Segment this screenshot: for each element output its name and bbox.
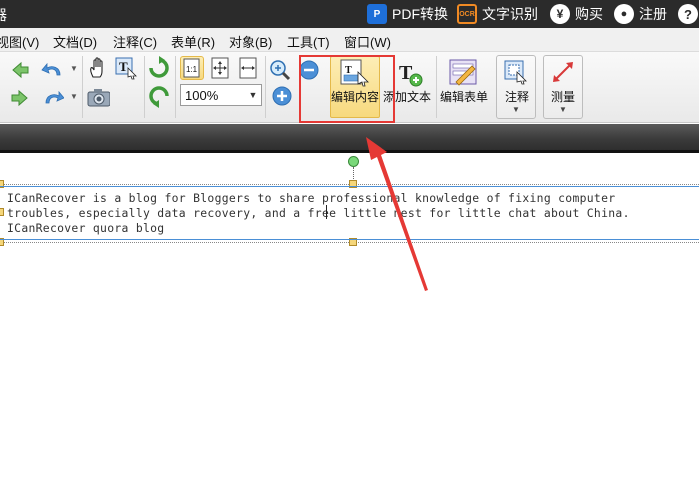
zoom-dropdown-icon[interactable]: ▼: [245, 85, 261, 105]
snapshot-button[interactable]: [86, 86, 110, 110]
rotate-counterclockwise-button[interactable]: [147, 84, 171, 108]
previous-page-button[interactable]: [8, 58, 32, 82]
toolbar-separator: [82, 56, 83, 118]
zoom-value: 100%: [185, 88, 219, 103]
fit-width-icon: [239, 57, 257, 79]
measure-dropdown-icon: ▼: [559, 105, 567, 114]
add-text-icon: T: [399, 62, 423, 87]
rotate-clockwise-button[interactable]: [147, 56, 171, 80]
buy-button[interactable]: ¥ 购买: [550, 0, 603, 28]
add-text-icon-wrap: T: [394, 58, 424, 88]
zoom-marquee-icon: [270, 60, 291, 81]
yen-icon: ¥: [550, 4, 570, 24]
annotate-label: 注释: [505, 90, 530, 104]
measure-icon: [553, 62, 573, 82]
select-text-icon: T: [115, 57, 137, 80]
zoom-select[interactable]: 100% ▼: [180, 84, 262, 106]
camera-icon: [87, 89, 110, 107]
callout-highlight-box: [299, 55, 395, 123]
title-bar: 器 P PDF转换 OCR 文字识别 ¥ 购买 ● 注册 ?: [0, 0, 699, 28]
menu-comment[interactable]: 注释(C): [113, 32, 157, 51]
rotate-clockwise-icon: [149, 56, 169, 78]
hand-tool-button[interactable]: [86, 56, 110, 80]
rotate-counterclockwise-icon: [149, 86, 169, 108]
previous-page-icon: [12, 61, 29, 79]
zoom-in-icon: [272, 86, 292, 106]
fit-width-button[interactable]: [236, 56, 260, 80]
text-cursor: [326, 205, 327, 219]
menu-document[interactable]: 文档(D): [53, 32, 97, 51]
ocr-button[interactable]: OCR 文字识别: [457, 0, 538, 28]
measure-label: 测量: [551, 90, 576, 104]
pdf-convert-icon: P: [367, 4, 387, 24]
zoom-marquee-button[interactable]: [268, 58, 292, 82]
ocr-icon: OCR: [457, 4, 477, 24]
pdf-convert-button[interactable]: P PDF转换: [367, 0, 448, 28]
redo-button[interactable]: [40, 86, 64, 110]
fit-page-icon: [211, 57, 229, 79]
menu-form[interactable]: 表单(R): [171, 32, 215, 51]
select-text-button[interactable]: T: [114, 56, 138, 80]
app-title-fragment: 器: [0, 5, 7, 25]
undo-icon: [41, 62, 61, 76]
svg-text:T: T: [119, 59, 128, 74]
text-line[interactable]: ICanRecover quora blog: [7, 221, 164, 235]
redo-dropdown-icon[interactable]: ▼: [70, 92, 78, 101]
undo-dropdown-icon[interactable]: ▼: [70, 64, 78, 73]
edit-form-label: 编辑表单: [440, 90, 489, 104]
annotate-dropdown-icon: ▼: [512, 105, 520, 114]
toolbar-separator: [265, 56, 266, 118]
menu-view[interactable]: 视图(V): [0, 32, 39, 51]
rotation-handle-line: [353, 167, 354, 181]
register-label: 注册: [639, 6, 667, 22]
annotate-icon: [504, 60, 527, 85]
edit-form-icon: [449, 59, 477, 86]
measure-icon-wrap: [549, 58, 577, 86]
text-line[interactable]: ICanRecover is a blog for Bloggers to sh…: [7, 191, 615, 205]
pdf-convert-label: PDF转换: [392, 6, 448, 22]
undo-button[interactable]: [40, 58, 64, 82]
next-page-button[interactable]: [8, 86, 32, 110]
help-button[interactable]: ?: [678, 0, 698, 28]
toolbar-separator: [144, 56, 145, 118]
buy-label: 购买: [575, 6, 603, 22]
text-line[interactable]: troubles, especially data recovery, and …: [7, 206, 630, 220]
hand-icon: [90, 57, 103, 78]
edit-form-icon-wrap: [448, 58, 480, 88]
register-button[interactable]: ● 注册: [614, 0, 667, 28]
rotation-handle[interactable]: [348, 156, 359, 167]
toolbar-separator: [175, 56, 176, 118]
ocr-label: 文字识别: [482, 6, 538, 22]
menu-window[interactable]: 窗口(W): [344, 32, 391, 51]
fit-page-button[interactable]: [208, 56, 232, 80]
menu-object[interactable]: 对象(B): [229, 32, 272, 51]
redo-icon: [45, 90, 64, 104]
zoom-in-button[interactable]: [270, 84, 294, 108]
help-icon: ?: [678, 4, 698, 24]
panel-divider: [0, 124, 699, 150]
next-page-icon: [11, 89, 28, 107]
annotate-icon-wrap: [502, 58, 530, 86]
toolbar-separator: [436, 56, 437, 118]
user-icon: ●: [614, 4, 634, 24]
actual-size-button[interactable]: 1:1: [180, 56, 204, 80]
menu-tools[interactable]: 工具(T): [287, 32, 330, 51]
actual-size-icon: 1:1: [183, 58, 200, 78]
svg-text:1:1: 1:1: [186, 65, 198, 74]
menu-bar: 视图(V) 文档(D) 注释(C) 表单(R) 对象(B) 工具(T) 窗口(W…: [0, 28, 699, 52]
